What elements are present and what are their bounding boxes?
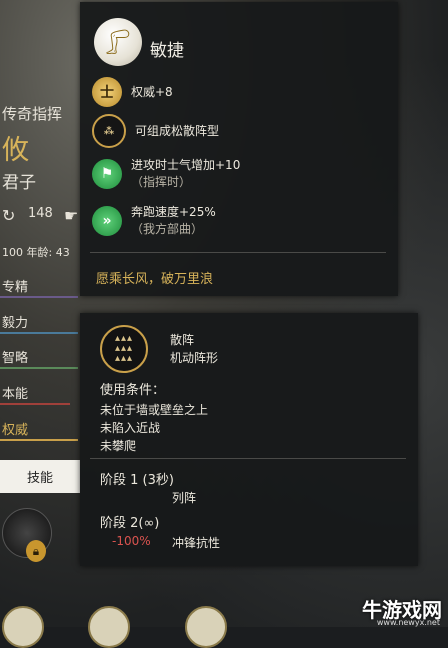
attr-resolve: 毅力 — [2, 316, 29, 331]
trait-text: 权威+8 — [131, 84, 173, 99]
trait-row: ⁂ 可组成松散阵型 — [92, 114, 219, 148]
formation-type: 机动阵形 — [170, 351, 219, 365]
condition-item: 未陷入近战 — [100, 421, 161, 435]
character-title: 传奇指挥 — [2, 105, 63, 123]
attr-specialty: 专精 — [2, 280, 29, 295]
age-line: 100 年龄: 43 — [2, 246, 70, 259]
character-panel: 传奇指挥 攸 君子 ↻ 148 ☛ 100 年龄: 43 专精 毅力 智略 本能… — [0, 0, 82, 648]
attr-cunning: 智略 — [2, 351, 29, 366]
trait-row: » 奔跑速度+25% （我方部曲） — [92, 204, 216, 238]
flex-icon: ☛ — [64, 206, 79, 225]
stage2-effect: 冲锋抗性 — [172, 536, 221, 550]
character-name-suffix: 君子 — [2, 173, 36, 193]
stage2-value: -100% — [112, 534, 151, 548]
authority-icon: 士 — [92, 77, 122, 107]
attr-bar — [0, 332, 78, 334]
morale-boost-icon: ⚑ — [92, 159, 122, 189]
loose-formation-icon: ⁂ — [92, 114, 126, 148]
run-speed-icon: » — [92, 206, 122, 236]
trait-motto: 愿乘长风，破万里浪 — [96, 272, 214, 287]
watermark-url: www.newyx.net — [376, 618, 440, 627]
attr-instinct: 本能 — [2, 387, 29, 402]
skill-node[interactable] — [2, 606, 44, 648]
divider — [90, 252, 386, 253]
trait-text: 奔跑速度+25% — [131, 205, 216, 219]
trait-title: 敏捷 — [150, 41, 184, 61]
stage2-title: 阶段 2(∞) — [100, 516, 160, 531]
stat-icon: ↻ — [2, 206, 16, 225]
skill-node[interactable] — [88, 606, 130, 648]
lock-icon: 🔒︎ — [26, 540, 46, 562]
stage1-title: 阶段 1 (3秒) — [100, 473, 174, 488]
attr-authority: 权威 — [2, 423, 29, 438]
condition-item: 未位于墙或壁垒之上 — [100, 403, 209, 417]
formation-name: 散阵 — [170, 333, 195, 347]
character-name-char: 攸 — [2, 135, 29, 166]
formation-tooltip: ▴▴▴ ▴▴▴ ▴▴▴ 散阵 机动阵形 使用条件： 未位于墙或壁垒之上 未陷入近战 … — [80, 313, 418, 566]
attr-bar — [0, 296, 78, 298]
condition-title: 使用条件： — [100, 383, 166, 398]
stat-value: 148 — [28, 206, 53, 221]
attr-bar — [0, 403, 70, 405]
condition-item: 未攀爬 — [100, 439, 137, 453]
trait-subtext: （我方部曲） — [131, 222, 204, 236]
trait-row: ⚑ 进攻时士气增加+10 （指挥时） — [92, 157, 240, 191]
tab-skills[interactable]: 技能 — [0, 460, 80, 493]
loose-formation-icon: ▴▴▴ ▴▴▴ ▴▴▴ — [100, 325, 148, 373]
agility-icon: 🦵︎ — [94, 18, 142, 66]
trait-tooltip: 🦵︎ 敏捷 士 权威+8 ⁂ 可组成松散阵型 ⚑ 进攻时士气增加+10 （指挥时… — [80, 2, 398, 296]
attr-bar — [0, 439, 78, 441]
attr-bar — [0, 367, 78, 369]
trait-subtext: （指挥时） — [131, 175, 192, 189]
trait-text: 进攻时士气增加+10 — [131, 158, 241, 172]
trait-row: 士 权威+8 — [92, 77, 173, 107]
trait-text: 可组成松散阵型 — [135, 123, 220, 138]
stage1-effect: 列阵 — [172, 491, 197, 505]
divider — [90, 458, 406, 459]
skill-node[interactable] — [185, 606, 227, 648]
